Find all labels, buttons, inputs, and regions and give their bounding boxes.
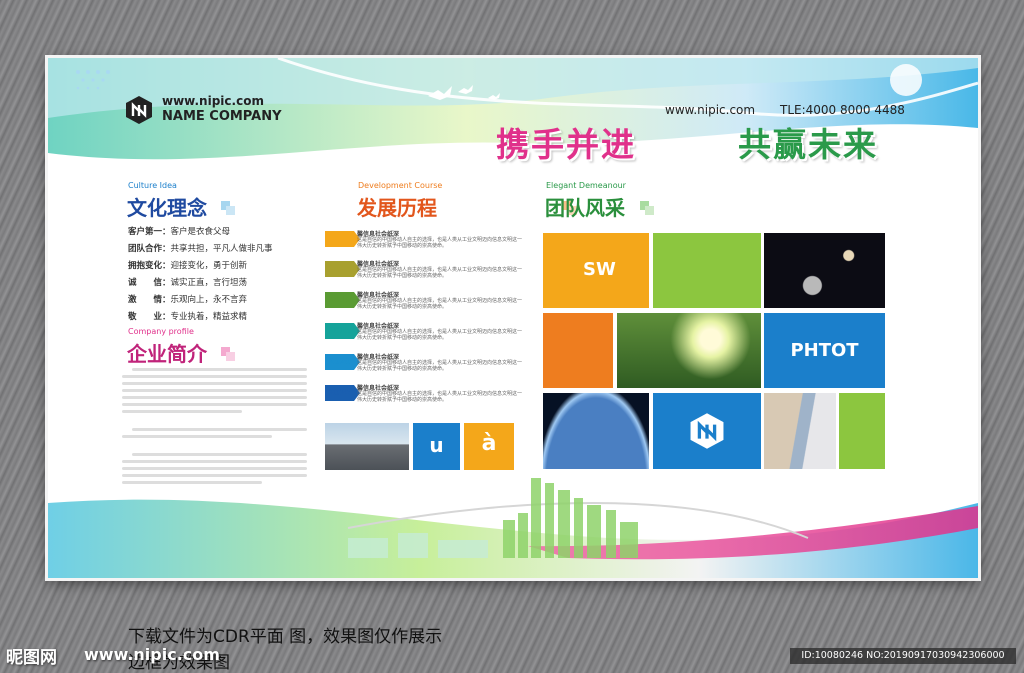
timeline-year: 2015: [325, 323, 360, 339]
profile-text-block: [122, 368, 312, 508]
timeline-line: 伟大历史转折赋予中国移动的崇高使命。: [357, 397, 448, 403]
space-photo: [764, 233, 885, 308]
culture-item: 拥抱变化：迎接变化，勇于创新: [128, 261, 248, 271]
culture-item: 激 情：乐观向上，永不言弃: [128, 295, 248, 305]
contact-tel: TLE:4000 8000 4488: [780, 103, 905, 117]
city-photo: [325, 423, 409, 470]
culture-item: 团队合作：共享共担，平凡人做非凡事: [128, 244, 273, 254]
slogan-left: 携手并进: [496, 125, 636, 164]
culture-item: 客户第一：客户是衣食父母: [128, 227, 231, 237]
tile-sw: SW: [543, 233, 649, 308]
culture-en: Culture Idea: [128, 181, 177, 190]
timeline-year: 2010: [325, 292, 360, 308]
company-logo-icon: [690, 413, 724, 449]
header-site: www.nipic.com: [162, 94, 264, 108]
office-photo: [764, 393, 836, 469]
photo-tile-orange: à: [464, 423, 514, 470]
title-square: [226, 352, 235, 361]
timeline: 馨信息社会纸深 这是自信的中国移动人自主的选择，也是人类从工业文明迈向信息文明这…: [325, 231, 530, 411]
company-logo-icon: [124, 95, 154, 125]
tile-green-small: [839, 393, 885, 469]
tile-orange: [543, 313, 613, 388]
timeline-line: 伟大历史转折赋予中国移动的崇高使命。: [357, 273, 448, 279]
profile-title: 企业简介: [127, 342, 207, 366]
culture-item: 诚 信：诚实正直，言行坦荡: [128, 278, 248, 288]
watermark-id: ID:10080246 NO:20190917030942306000: [790, 648, 1016, 664]
timeline-line: 伟大历史转折赋予中国移动的崇高使命。: [357, 366, 448, 372]
tile-green: [653, 233, 761, 308]
timeline-line: 伟大历史转折赋予中国移动的崇高使命。: [357, 304, 448, 310]
tile-logo: [653, 393, 761, 469]
culture-title: 文化理念: [127, 196, 207, 220]
timeline-line: 伟大历史转折赋予中国移动的崇高使命。: [357, 335, 448, 341]
culture-item: 敬 业：专业执着，精益求精: [128, 312, 248, 322]
title-square: [226, 206, 235, 215]
team-title: 团队风采: [545, 196, 625, 220]
earth-photo: [543, 393, 649, 469]
contact-site: www.nipic.com: [665, 103, 756, 117]
team-grid: SW PHTOT: [543, 233, 943, 473]
display-board: www.nipic.com NAME COMPANY www.nipic.com…: [48, 58, 978, 578]
title-square: [645, 206, 654, 215]
development-en: Development Course: [358, 181, 443, 190]
timeline-line: 伟大历史转折赋予中国移动的崇高使命。: [357, 243, 448, 249]
photo-tile-blue: u: [413, 423, 460, 470]
slogan-right: 共赢未来: [738, 125, 878, 164]
team-en: Elegant Demeanour: [546, 181, 626, 190]
development-title: 发展历程: [357, 196, 437, 220]
timeline-tag: [325, 231, 360, 247]
header-company: NAME COMPANY: [162, 109, 282, 124]
watermark-brand: 昵图网: [6, 648, 57, 668]
timeline-year: 2025: [325, 385, 360, 401]
watermark-url: www.nipic.com: [84, 645, 220, 664]
timeline-year: 2008: [325, 261, 360, 277]
forest-photo: [617, 313, 761, 388]
culture-list: 客户第一：客户是衣食父母 团队合作：共享共担，平凡人做非凡事 拥抱变化：迎接变化…: [128, 224, 273, 326]
caption-line-1: 下载文件为CDR平面 图，效果图仅作展示: [128, 627, 443, 647]
profile-en: Company profile: [128, 327, 194, 336]
timeline-year: 2020: [325, 354, 360, 370]
tile-photot: PHTOT: [764, 313, 885, 388]
